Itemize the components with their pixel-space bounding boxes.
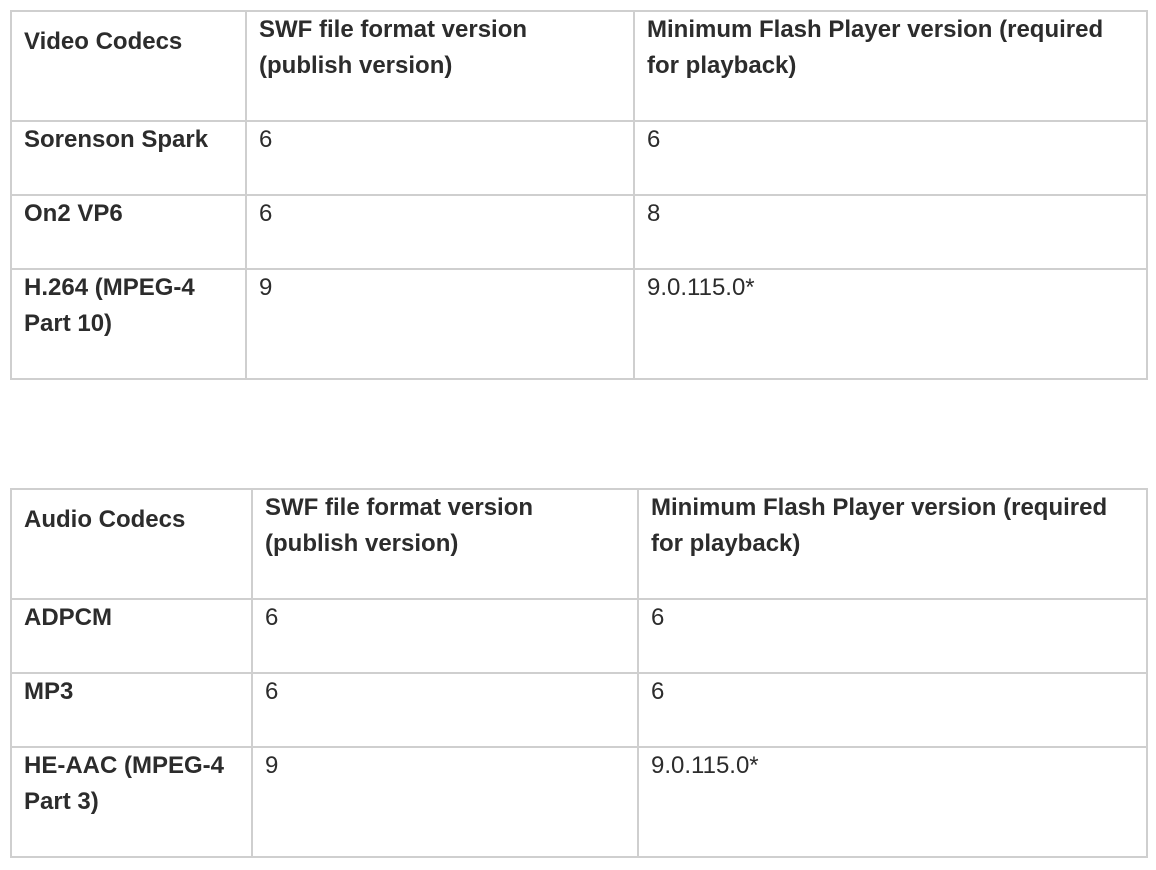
header-swf-version: SWF file format version (publish version… [245, 10, 635, 122]
audio-codecs-table: Audio Codecs SWF file format version (pu… [10, 488, 1148, 858]
swf-version: 6 [245, 194, 635, 270]
table-row: Sorenson Spark 6 6 [10, 120, 1148, 196]
video-codecs-table: Video Codecs SWF file format version (pu… [10, 10, 1148, 380]
swf-version: 6 [245, 120, 635, 196]
codec-name: ADPCM [10, 598, 253, 674]
header-swf-version: SWF file format version (publish version… [251, 488, 639, 600]
header-min-player-version: Minimum Flash Player version (required f… [633, 10, 1148, 122]
table-header-row: Audio Codecs SWF file format version (pu… [10, 488, 1148, 600]
table-row: H.264 (MPEG-4 Part 10) 9 9.0.115.0* [10, 268, 1148, 380]
header-codec: Audio Codecs [10, 488, 253, 600]
player-version: 9.0.115.0* [633, 268, 1148, 380]
codec-name: HE-AAC (MPEG-4 Part 3) [10, 746, 253, 858]
player-version: 8 [633, 194, 1148, 270]
header-min-player-version: Minimum Flash Player version (required f… [637, 488, 1148, 600]
player-version: 6 [637, 598, 1148, 674]
table-row: ADPCM 6 6 [10, 598, 1148, 674]
player-version: 9.0.115.0* [637, 746, 1148, 858]
codec-name: On2 VP6 [10, 194, 247, 270]
swf-version: 6 [251, 598, 639, 674]
table-row: On2 VP6 6 8 [10, 194, 1148, 270]
table-row: MP3 6 6 [10, 672, 1148, 748]
swf-version: 6 [251, 672, 639, 748]
header-codec: Video Codecs [10, 10, 247, 122]
swf-version: 9 [251, 746, 639, 858]
codec-name: MP3 [10, 672, 253, 748]
codec-name: H.264 (MPEG-4 Part 10) [10, 268, 247, 380]
table-row: HE-AAC (MPEG-4 Part 3) 9 9.0.115.0* [10, 746, 1148, 858]
codec-name: Sorenson Spark [10, 120, 247, 196]
table-header-row: Video Codecs SWF file format version (pu… [10, 10, 1148, 122]
player-version: 6 [637, 672, 1148, 748]
swf-version: 9 [245, 268, 635, 380]
player-version: 6 [633, 120, 1148, 196]
